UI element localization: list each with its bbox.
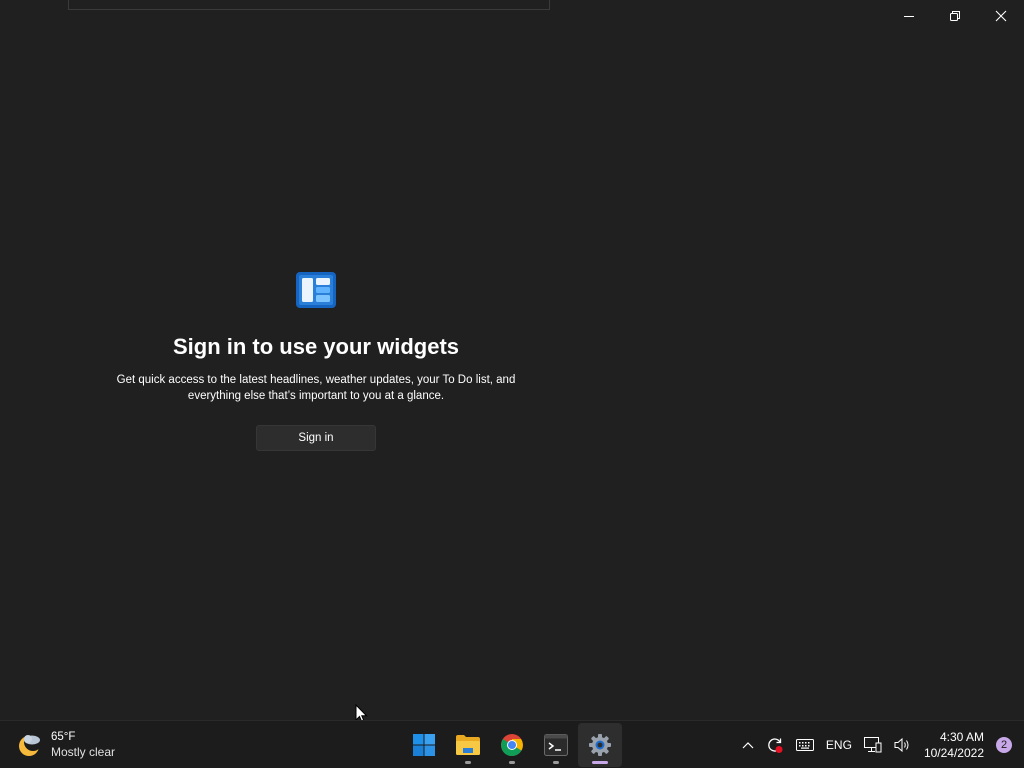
volume-button[interactable] bbox=[888, 729, 918, 761]
terminal-icon bbox=[544, 734, 568, 756]
weather-widget[interactable]: 65°F Mostly clear bbox=[16, 729, 115, 761]
network-button[interactable] bbox=[858, 729, 888, 761]
show-hidden-icons-button[interactable] bbox=[736, 729, 760, 761]
folder-icon bbox=[456, 735, 480, 755]
notification-badge[interactable]: 2 bbox=[996, 737, 1012, 753]
minimize-button[interactable] bbox=[886, 0, 932, 32]
close-icon bbox=[995, 10, 1007, 22]
widgets-logo-icon bbox=[296, 272, 336, 308]
touch-keyboard-button[interactable] bbox=[790, 729, 820, 761]
windows-start-icon bbox=[413, 734, 435, 756]
running-indicator bbox=[509, 761, 515, 764]
widgets-panel: Sign in to use your widgets Get quick ac… bbox=[0, 0, 632, 720]
taskbar: 65°F Mostly clear ENG 4:30 AM 10/24/2022… bbox=[0, 720, 1024, 768]
settings-button[interactable] bbox=[578, 723, 622, 767]
close-button[interactable] bbox=[978, 0, 1024, 32]
clock-button[interactable]: 4:30 AM 10/24/2022 bbox=[918, 729, 992, 761]
file-explorer-button[interactable] bbox=[446, 723, 490, 767]
taskbar-apps bbox=[402, 723, 622, 767]
minimize-icon bbox=[904, 16, 914, 17]
weather-temperature: 65°F bbox=[51, 731, 76, 743]
chevron-up-icon bbox=[742, 742, 754, 749]
moon-cloud-icon bbox=[19, 733, 42, 756]
running-indicator bbox=[553, 761, 559, 764]
clock-time: 4:30 AM bbox=[939, 730, 984, 744]
input-language-button[interactable]: ENG bbox=[820, 729, 858, 761]
running-indicator bbox=[465, 761, 471, 764]
sign-in-button[interactable]: Sign in bbox=[256, 425, 376, 451]
speaker-icon bbox=[894, 737, 909, 753]
chrome-button[interactable] bbox=[490, 723, 534, 767]
clock-date: 10/24/2022 bbox=[923, 746, 984, 760]
sync-icon bbox=[768, 738, 783, 753]
gear-icon bbox=[589, 734, 611, 756]
system-tray: ENG 4:30 AM 10/24/2022 2 bbox=[736, 721, 1024, 768]
start-button[interactable] bbox=[402, 723, 446, 767]
active-indicator bbox=[592, 761, 608, 764]
chrome-icon bbox=[501, 734, 523, 756]
terminal-button[interactable] bbox=[534, 723, 578, 767]
weather-text: 65°F Mostly clear bbox=[51, 730, 115, 760]
desktop-screen: Sign in to use your widgets Get quick ac… bbox=[0, 0, 1024, 768]
sync-status-button[interactable] bbox=[760, 729, 790, 761]
widgets-description: Get quick access to the latest headlines… bbox=[116, 374, 516, 402]
restore-button[interactable] bbox=[932, 0, 978, 32]
window-controls bbox=[886, 0, 1024, 32]
keyboard-icon bbox=[795, 739, 814, 751]
restore-icon bbox=[950, 11, 960, 21]
widgets-headline: Sign in to use your widgets bbox=[172, 334, 460, 359]
weather-condition: Mostly clear bbox=[51, 745, 116, 759]
network-icon bbox=[863, 737, 882, 753]
